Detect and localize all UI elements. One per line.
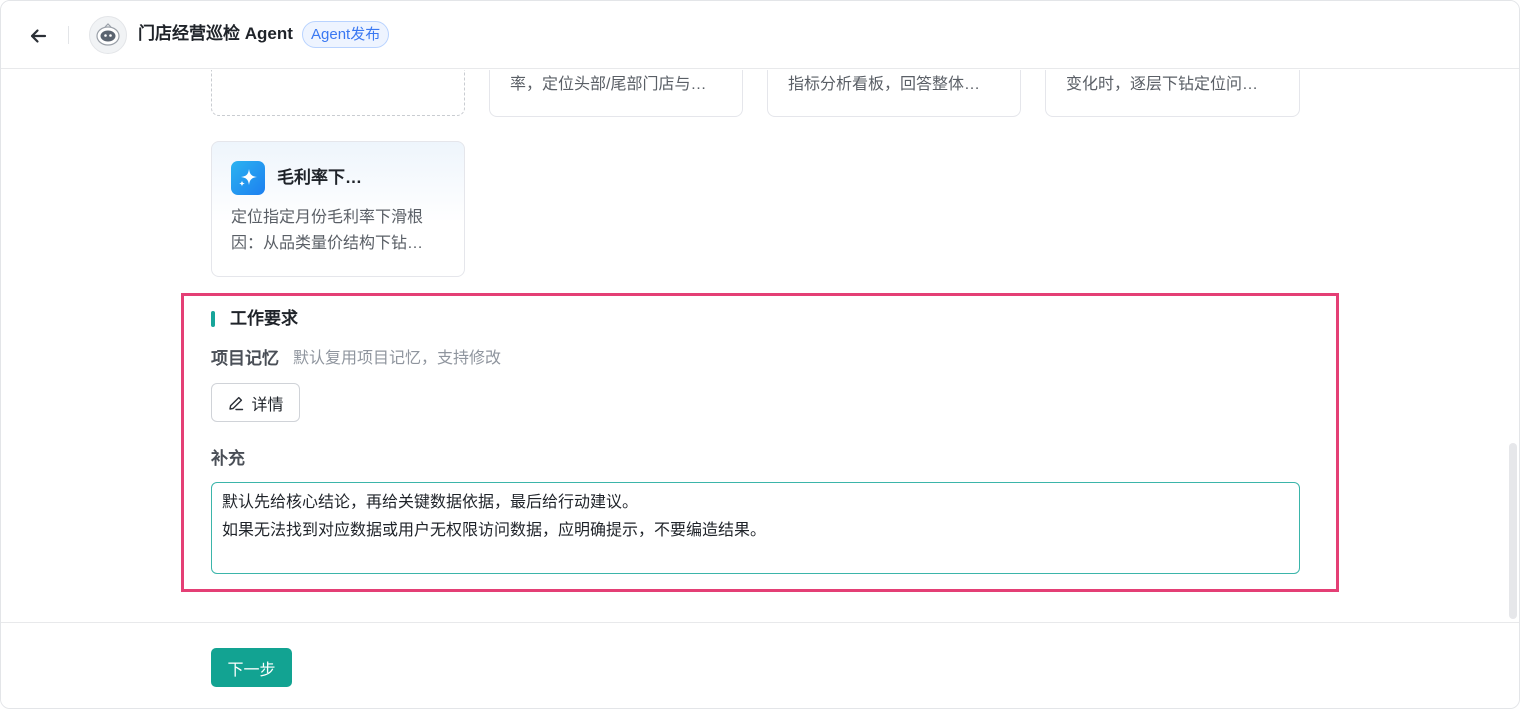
- scrollbar-thumb[interactable]: [1509, 443, 1517, 619]
- arrow-left-icon: [30, 29, 47, 43]
- project-memory-label: 项目记忆: [211, 349, 279, 368]
- next-step-button[interactable]: 下一步: [211, 648, 292, 687]
- skill-card-title: 毛利率下…: [277, 168, 362, 187]
- main-content: 率，定位头部/尾部门店与… 指标分析看板，回答整体… 变化时，逐层下钻定位问… …: [1, 70, 1519, 622]
- skill-card-desc-line: 定位指定月份毛利率下滑根: [231, 209, 424, 226]
- sparkle-icon: [231, 161, 265, 195]
- top-header: 门店经营巡检 Agent Agent发布: [1, 1, 1519, 69]
- header-divider: [68, 26, 69, 44]
- section-title: 工作要求: [230, 309, 298, 328]
- robot-icon: [96, 23, 120, 46]
- skill-card[interactable]: 变化时，逐层下钻定位问…: [1045, 70, 1300, 117]
- app-window: 门店经营巡检 Agent Agent发布 率，定位头部/尾部门店与… 指标分析看…: [0, 0, 1520, 709]
- memory-detail-button[interactable]: 详情: [211, 383, 300, 422]
- supplement-line: 默认先给核心结论，再给关键数据依据，最后给行动建议。: [222, 494, 639, 511]
- supplement-textarea[interactable]: 默认先给核心结论，再给关键数据依据，最后给行动建议。 如果无法找到对应数据或用户…: [211, 482, 1300, 574]
- page-title: 门店经营巡检 Agent: [138, 24, 293, 43]
- skill-card[interactable]: 指标分析看板，回答整体…: [767, 70, 1021, 117]
- supplement-label: 补充: [211, 449, 245, 468]
- skill-card-desc: 定位指定月份毛利率下滑根 因：从品类量价结构下钻…: [231, 205, 453, 257]
- skill-card-gross-margin[interactable]: 毛利率下… 定位指定月份毛利率下滑根 因：从品类量价结构下钻…: [211, 141, 465, 277]
- section-accent-bar: [211, 311, 215, 327]
- project-memory-hint: 默认复用项目记忆，支持修改: [293, 350, 502, 367]
- skill-card-desc: 变化时，逐层下钻定位问…: [1066, 76, 1259, 93]
- memory-detail-button-label: 详情: [251, 396, 284, 414]
- skill-card-desc: 率，定位头部/尾部门店与…: [510, 76, 707, 93]
- supplement-line: 如果无法找到对应数据或用户无权限访问数据，应明确提示，不要编造结果。: [222, 522, 767, 539]
- add-skill-card[interactable]: [211, 70, 465, 116]
- skill-card[interactable]: 率，定位头部/尾部门店与…: [489, 70, 743, 117]
- skill-card-desc: 指标分析看板，回答整体…: [788, 76, 981, 93]
- back-button[interactable]: [25, 23, 51, 49]
- agent-avatar: [89, 16, 127, 54]
- footer-bar: 下一步: [1, 622, 1519, 708]
- edit-icon: [229, 396, 244, 410]
- publish-badge: Agent发布: [302, 21, 390, 48]
- skill-card-desc-line: 因：从品类量价结构下钻…: [231, 235, 424, 252]
